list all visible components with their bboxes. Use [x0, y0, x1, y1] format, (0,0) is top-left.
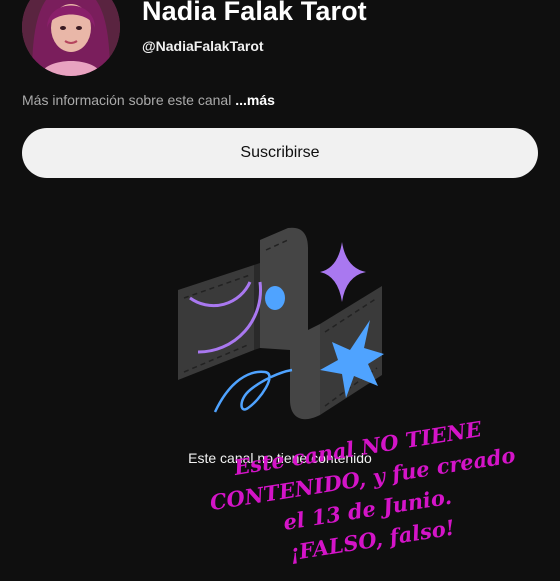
- about-more-link[interactable]: ...más: [235, 92, 275, 108]
- channel-name: Nadia Falak Tarot: [142, 0, 367, 26]
- subscribe-button[interactable]: Suscribirse: [22, 128, 538, 178]
- avatar[interactable]: [22, 0, 120, 76]
- channel-handle: @NadiaFalakTarot: [142, 38, 264, 54]
- empty-channel-illustration: [170, 220, 390, 435]
- channel-about[interactable]: Más información sobre este canal ...más: [22, 92, 275, 108]
- about-text: Más información sobre este canal: [22, 92, 232, 108]
